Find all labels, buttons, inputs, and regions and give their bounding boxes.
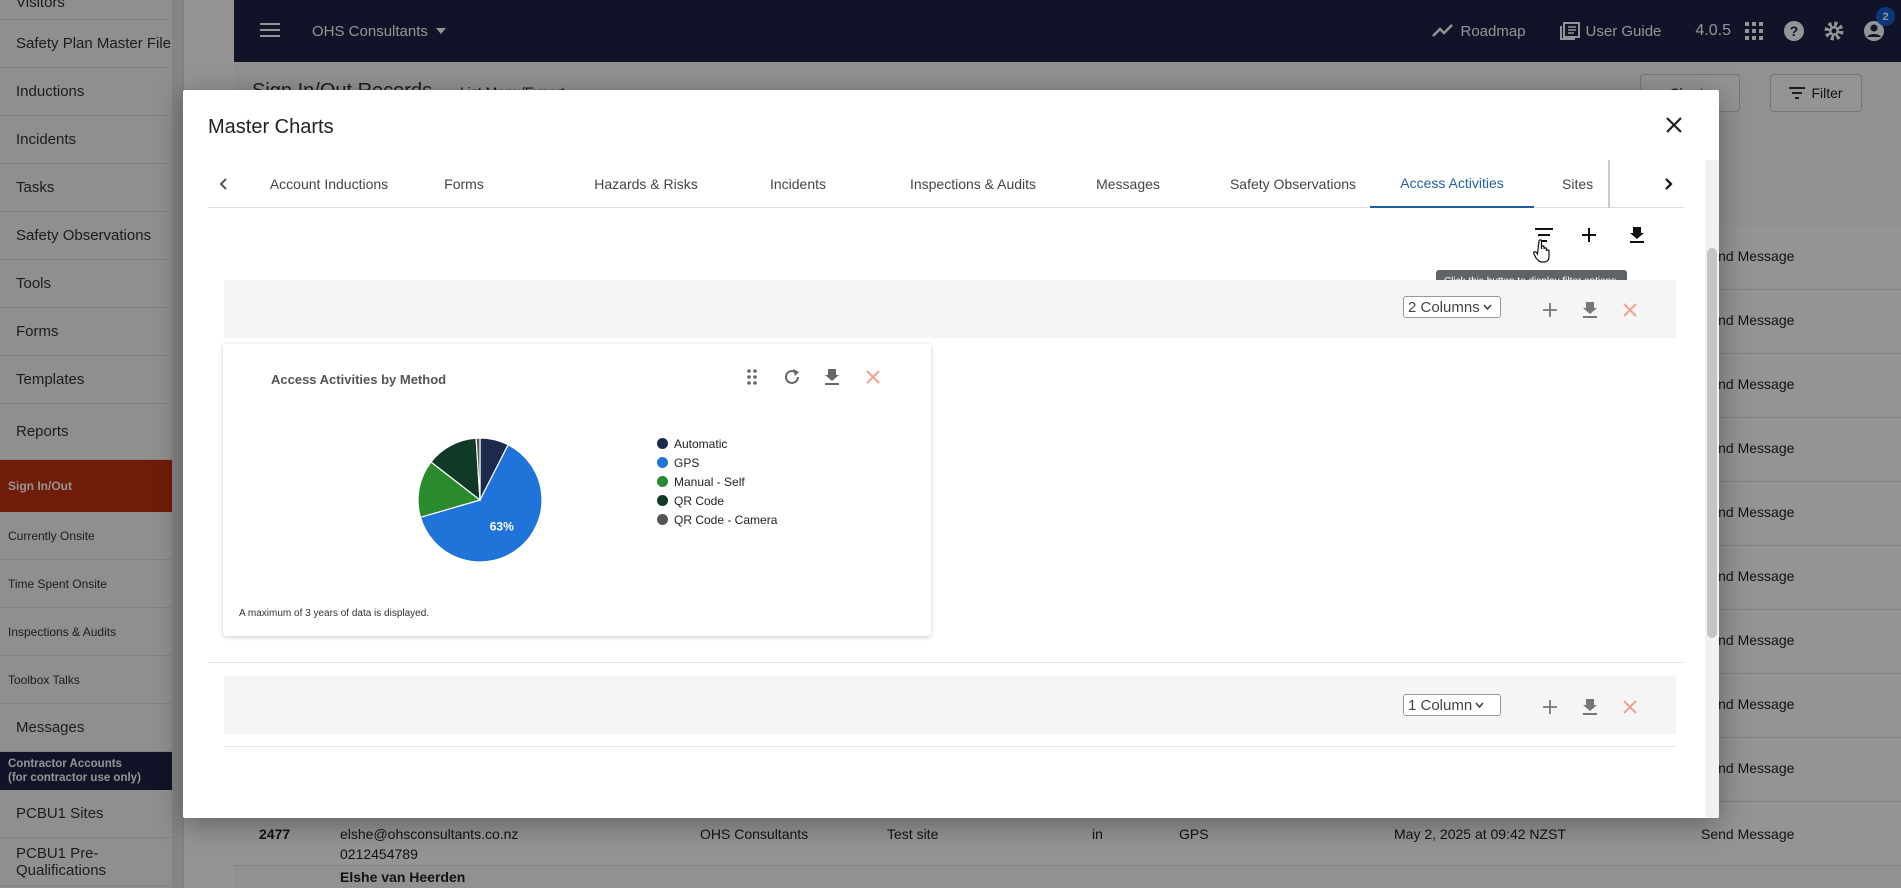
tab-access-activities[interactable]: Access Activities [1370,160,1534,208]
chevron-left-icon[interactable] [208,160,238,208]
chart-legend: Automatic GPS Manual - Self QR Code QR Code … [657,434,777,529]
legend-swatch [657,438,668,449]
close-icon[interactable] [1659,110,1689,140]
chart-tabs: Account Inductions Forms Hazards & Risks… [208,160,1684,208]
legend-label: Automatic [674,436,728,451]
row-divider [224,746,1676,747]
close-icon[interactable] [860,364,886,390]
add-icon[interactable] [1537,694,1563,720]
tab-forms[interactable]: Forms [419,160,509,208]
columns-select[interactable]: 1 Column [1403,694,1501,716]
drag-handle-icon[interactable] [739,364,765,390]
chevron-right-icon[interactable] [1654,160,1684,208]
legend-item[interactable]: Automatic [657,434,777,453]
tab-account-inductions[interactable]: Account Inductions [254,160,404,208]
legend-item[interactable]: QR Code - Camera [657,510,777,529]
legend-swatch [657,514,668,525]
download-icon[interactable] [1577,694,1603,720]
legend-label: QR Code [674,493,725,508]
tab-incidents[interactable]: Incidents [748,160,848,208]
master-charts-modal: Master Charts Account Inductions Forms H… [183,90,1719,818]
chevron-down-icon [1475,702,1484,708]
add-icon[interactable] [1576,222,1602,248]
close-icon[interactable] [1617,694,1643,720]
columns-select-value: 2 Columns [1408,298,1480,316]
columns-select[interactable]: 2 Columns [1403,296,1501,318]
chart-card: Access Activities by Method 63% Automati… [223,344,931,636]
tab-safety-observations[interactable]: Safety Observations [1208,160,1378,208]
legend-swatch [657,476,668,487]
pointer-cursor-icon [1529,238,1555,264]
refresh-icon[interactable] [779,364,805,390]
tab-sites[interactable]: Sites [1550,160,1610,208]
download-icon[interactable] [819,364,845,390]
legend-swatch [657,457,668,468]
download-icon[interactable] [1577,297,1603,323]
chevron-down-icon [1483,304,1492,310]
tab-inspections-audits[interactable]: Inspections & Audits [888,160,1058,208]
modal-title: Master Charts [208,116,334,138]
legend-label: QR Code - Camera [674,512,778,527]
legend-item[interactable]: QR Code [657,491,777,510]
legend-swatch [657,495,668,506]
legend-label: GPS [674,455,700,470]
chart-title: Access Activities by Method [271,372,447,387]
add-icon[interactable] [1537,297,1563,323]
chart-note: A maximum of 3 years of data is displaye… [239,608,430,619]
legend-item[interactable]: GPS [657,453,777,472]
columns-select-value: 1 Column [1408,696,1473,714]
legend-label: Manual - Self [674,474,745,489]
section-divider [208,662,1684,663]
modal-scrollbar-thumb[interactable] [1707,248,1717,638]
pie-chart: 63% [417,437,543,563]
close-icon[interactable] [1617,297,1643,323]
tab-messages[interactable]: Messages [1078,160,1178,208]
download-icon[interactable] [1624,222,1650,248]
pie-slice-label: 63% [490,519,514,533]
modal-scrollbar[interactable] [1705,160,1719,818]
tab-hazards-risks[interactable]: Hazards & Risks [576,160,716,208]
legend-item[interactable]: Manual - Self [657,472,777,491]
